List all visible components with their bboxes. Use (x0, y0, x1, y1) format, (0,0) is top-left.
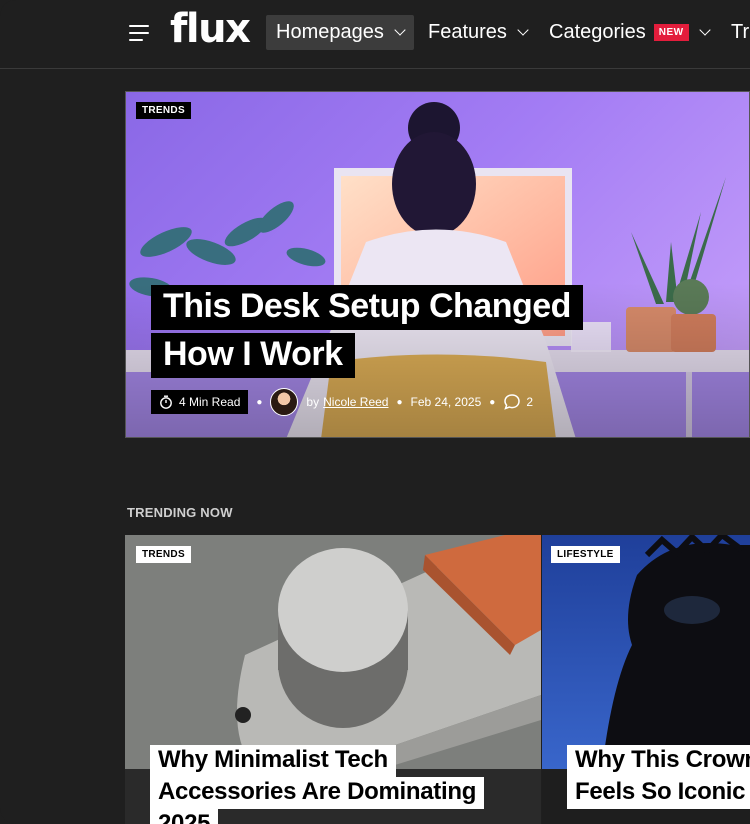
separator-dot: ● (489, 396, 496, 408)
separator-dot: ● (396, 396, 403, 408)
chevron-down-icon (517, 24, 529, 36)
article-meta: 4 Min Read ● by Nicole Reed ● Feb 24, 20… (151, 388, 533, 416)
hero-image (126, 92, 749, 437)
trending-card[interactable]: TRENDS Why Minimalist Tech Accessories A… (125, 535, 541, 824)
new-badge: NEW (653, 24, 689, 41)
card-title-line[interactable]: Why Minimalist Tech (150, 745, 396, 777)
stopwatch-icon (160, 395, 172, 409)
nav-item-trending[interactable]: Tr (731, 15, 749, 50)
page-frame: flux Homepages Features Categories NEW T… (0, 0, 750, 824)
hero-article[interactable]: TRENDS This Desk Setup Changed How I Wor… (125, 91, 750, 438)
nav-item-label: Categories (549, 21, 646, 43)
avatar[interactable] (270, 388, 299, 416)
nav-item-label: Features (428, 21, 507, 43)
top-navigation-bar: flux Homepages Features Categories NEW T… (0, 0, 750, 69)
nav-item-features[interactable]: Features (428, 15, 529, 50)
comment-icon[interactable] (503, 393, 521, 411)
category-tag[interactable]: TRENDS (136, 102, 191, 119)
nav-item-categories[interactable]: Categories NEW (549, 15, 711, 50)
category-tag[interactable]: LIFESTYLE (551, 546, 620, 563)
read-time-text: 4 Min Read (179, 395, 241, 409)
publish-date: Feb 24, 2025 (410, 395, 482, 409)
chevron-down-icon (394, 24, 406, 36)
card-title-line[interactable]: Feels So Iconic R (567, 777, 750, 809)
separator-dot: ● (256, 396, 263, 408)
section-heading: TRENDING NOW (127, 505, 233, 520)
nav-item-homepages[interactable]: Homepages (266, 15, 414, 50)
nav-item-label: Tr (731, 21, 750, 43)
chevron-down-icon (698, 24, 711, 36)
card-title-line[interactable]: Accessories Are Dominating (150, 777, 485, 809)
hero-title-line[interactable]: This Desk Setup Changed (151, 285, 583, 330)
menu-icon[interactable] (129, 24, 151, 42)
author-link[interactable]: Nicole Reed (323, 395, 388, 409)
card-title-line[interactable]: Why This Crown (567, 745, 750, 777)
by-label: by (306, 395, 320, 409)
hero-title-line[interactable]: How I Work (151, 333, 355, 378)
trending-card[interactable]: LIFESTYLE Why This Crown Feels So Iconic… (542, 535, 750, 824)
category-tag[interactable]: TRENDS (136, 546, 191, 563)
read-time-badge: 4 Min Read (151, 390, 249, 414)
nav-item-label: Homepages (276, 21, 384, 43)
comment-count[interactable]: 2 (526, 395, 533, 409)
card-title-line[interactable]: 2025 (150, 809, 219, 824)
site-logo[interactable]: flux (170, 6, 251, 52)
